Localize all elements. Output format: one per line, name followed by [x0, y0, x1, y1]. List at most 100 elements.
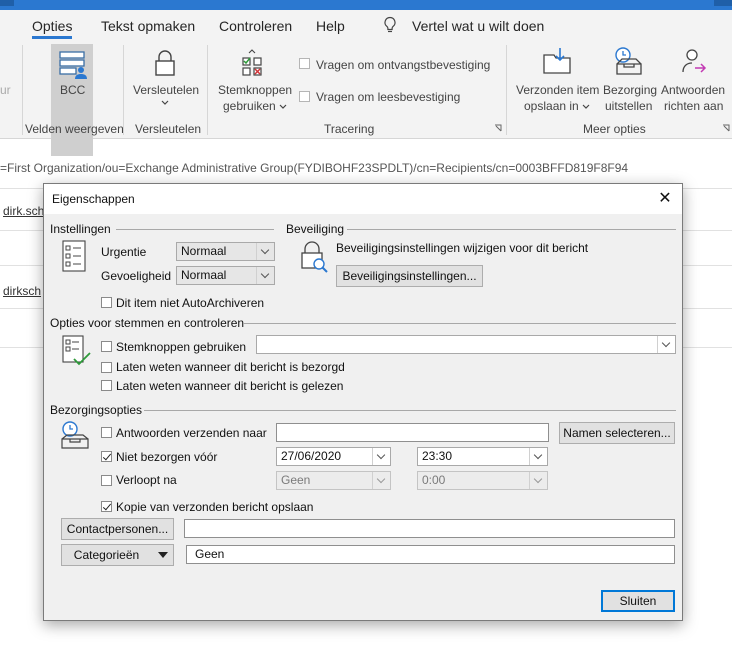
recipient-link[interactable]: dirksch	[3, 284, 41, 298]
antwoorden-richten-line2: richten aan	[664, 99, 724, 113]
bcc-icon	[59, 51, 87, 79]
chevron-down-icon	[256, 267, 274, 284]
contactpersonen-input[interactable]	[184, 519, 675, 538]
dialog-launcher-icon[interactable]	[494, 124, 502, 132]
lock-icon	[155, 50, 175, 76]
urgentie-select[interactable]: Normaal	[176, 242, 275, 261]
beveiliging-text: Beveiligingsinstellingen wijzigen voor d…	[336, 241, 589, 255]
group-tracering: Tracering	[324, 122, 375, 136]
bcc-label: BCC	[60, 83, 86, 97]
bezorging-uitstellen-button[interactable]: Bezorging	[603, 83, 657, 97]
chevron-down-icon	[161, 100, 169, 105]
niet-bezorgen-checkbox[interactable]	[101, 451, 112, 462]
section-bezorgingsopties: Bezorgingsopties	[50, 403, 143, 417]
bezorging-uitstellen-line2: uitstellen	[605, 99, 653, 113]
stemknoppen-button-line2: gebruiken	[223, 99, 276, 113]
security-lock-icon	[301, 241, 328, 273]
stemknoppen-button[interactable]: Stemknoppen	[218, 83, 292, 97]
close-icon[interactable]: ✕	[654, 189, 676, 209]
bezorgd-checkbox[interactable]	[101, 362, 112, 373]
group-meer-opties: Meer opties	[583, 122, 646, 136]
tab-controleren[interactable]: Controleren	[219, 18, 292, 34]
verloopt-time: 0:00	[422, 473, 446, 487]
niet-bezorgen-time-select[interactable]: 23:30	[417, 447, 548, 466]
tell-me-search[interactable]: Vertel wat u wilt doen	[412, 18, 544, 34]
group-versleutelen: Versleutelen	[135, 122, 202, 136]
section-rule	[243, 323, 676, 324]
gelezen-checkbox[interactable]	[101, 380, 112, 391]
vragen-ontvangst-label: Vragen om ontvangstbevestiging	[316, 58, 491, 72]
eigenschappen-dialog: Eigenschappen ✕ Instellingen Urgentie No…	[43, 183, 683, 621]
chevron-down-icon	[529, 472, 547, 489]
group-velden-weergeven: Velden weergeven	[25, 122, 124, 136]
tab-help[interactable]: Help	[316, 18, 345, 34]
kopie-label: Kopie van verzonden bericht opslaan	[116, 500, 314, 514]
niet-bezorgen-time: 23:30	[422, 449, 453, 463]
active-tab-indicator	[32, 36, 72, 39]
stemknoppen-select[interactable]	[256, 335, 676, 354]
settings-list-icon	[62, 240, 86, 272]
bezorgd-label: Laten weten wanneer dit bericht is bezor…	[116, 360, 345, 374]
dialog-launcher-icon[interactable]	[722, 124, 730, 132]
ribbon-cut-text: ur	[0, 83, 11, 97]
section-rule	[347, 229, 676, 230]
verloopt-date-select[interactable]: Geen	[276, 471, 391, 490]
tab-tekst-opmaken[interactable]: Tekst opmaken	[101, 18, 195, 34]
section-rule	[144, 410, 676, 411]
chevron-down-icon	[279, 104, 287, 109]
antwoorden-input[interactable]	[276, 423, 549, 442]
vragen-ontvangst-checkbox[interactable]	[299, 58, 310, 69]
urgentie-value: Normaal	[181, 244, 227, 258]
title-strip	[0, 0, 732, 10]
versleutelen-button[interactable]: Versleutelen	[133, 83, 199, 97]
delay-delivery-icon	[615, 47, 642, 75]
verloopt-checkbox[interactable]	[101, 475, 112, 486]
section-stemmen: Opties voor stemmen en controleren	[50, 316, 245, 330]
dialog-titlebar[interactable]: Eigenschappen ✕	[44, 184, 682, 214]
antwoorden-label: Antwoorden verzenden naar	[116, 426, 267, 440]
niet-bezorgen-label: Niet bezorgen vóór	[116, 450, 218, 464]
contactpersonen-button[interactable]: Contactpersonen...	[61, 518, 174, 540]
verzonden-item-button[interactable]: Verzonden item	[516, 83, 599, 97]
beveiligingsinstellingen-button[interactable]: Beveiligingsinstellingen...	[336, 265, 483, 287]
ribbon-tab-bar: Opties Tekst opmaken Controleren Help Ve…	[0, 0, 732, 40]
verloopt-time-select[interactable]: 0:00	[417, 471, 548, 490]
vragen-lees-checkbox[interactable]	[299, 91, 310, 102]
recipient-address-line: =First Organization/ou=Exchange Administ…	[0, 161, 629, 175]
save-sent-item-icon	[543, 48, 571, 74]
chevron-down-icon	[529, 448, 547, 465]
gevoeligheid-select[interactable]: Normaal	[176, 266, 275, 285]
niet-bezorgen-date-select[interactable]: 27/06/2020	[276, 447, 391, 466]
chevron-down-icon	[372, 472, 390, 489]
categorieen-field[interactable]: Geen	[186, 545, 675, 564]
stemknoppen-label: Stemknoppen gebruiken	[116, 340, 247, 354]
gevoeligheid-label: Gevoeligheid	[101, 269, 172, 283]
niet-bezorgen-date: 27/06/2020	[281, 449, 342, 463]
section-instellingen: Instellingen	[50, 222, 111, 236]
kopie-checkbox[interactable]	[101, 501, 112, 512]
sluiten-button[interactable]: Sluiten	[601, 590, 675, 612]
autoarchiveren-checkbox[interactable]	[101, 297, 112, 308]
stemknoppen-checkbox[interactable]	[101, 341, 112, 352]
urgentie-label: Urgentie	[101, 245, 147, 259]
delivery-clock-icon	[61, 421, 89, 449]
chevron-down-icon	[372, 448, 390, 465]
antwoorden-richten-button[interactable]: Antwoorden	[661, 83, 725, 97]
verzonden-item-line2: opslaan in	[524, 99, 579, 113]
tab-opties[interactable]: Opties	[32, 18, 72, 34]
chevron-down-icon	[256, 243, 274, 260]
voting-buttons-icon	[242, 49, 262, 76]
section-rule	[116, 229, 274, 230]
recipient-link[interactable]: dirk.sch	[3, 204, 44, 218]
direct-replies-icon	[682, 49, 707, 73]
dropdown-arrow-icon	[158, 552, 168, 558]
vragen-lees-label: Vragen om leesbevestiging	[316, 90, 461, 104]
voting-list-icon	[62, 335, 91, 366]
gevoeligheid-value: Normaal	[181, 268, 227, 282]
namen-selecteren-button[interactable]: Namen selecteren...	[559, 422, 675, 444]
chevron-down-icon	[657, 336, 675, 353]
antwoorden-checkbox[interactable]	[101, 427, 112, 438]
verloopt-date: Geen	[281, 473, 311, 487]
dialog-title: Eigenschappen	[52, 192, 135, 206]
lightbulb-icon	[384, 16, 396, 33]
